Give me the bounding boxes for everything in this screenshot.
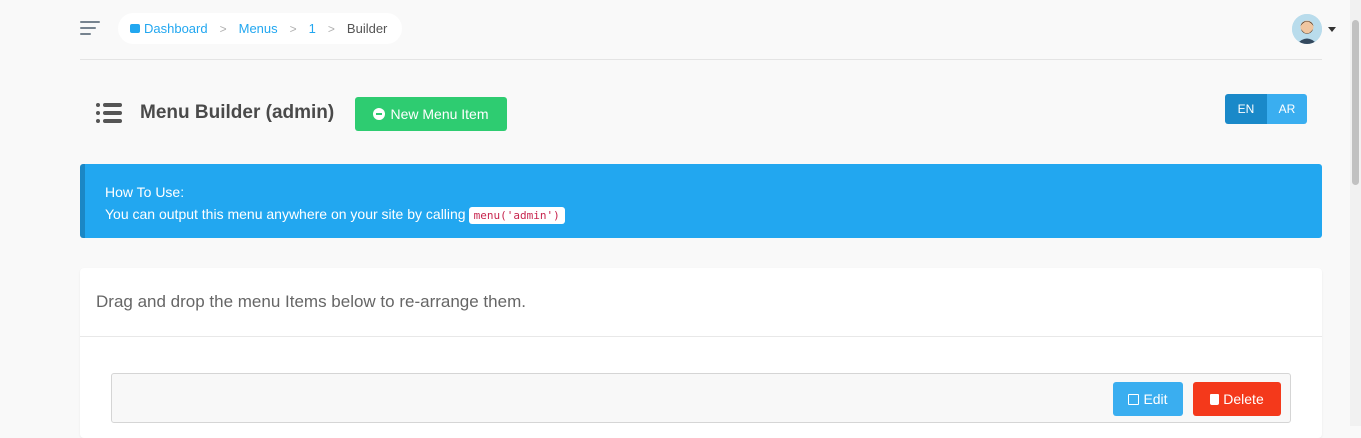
alert-text: You can output this menu anywhere on you… (105, 206, 466, 222)
plus-circle-icon (373, 108, 386, 120)
panel-heading: Drag and drop the menu Items below to re… (80, 268, 1322, 337)
dashboard-icon (130, 24, 140, 33)
breadcrumb-dashboard[interactable]: Dashboard (130, 21, 208, 36)
avatar-image (1292, 14, 1322, 44)
edit-icon (1128, 393, 1140, 405)
user-avatar[interactable] (1292, 14, 1322, 44)
scrollbar-thumb[interactable] (1352, 20, 1359, 185)
breadcrumb-menus[interactable]: Menus (239, 21, 278, 36)
breadcrumb-current: Builder (346, 21, 388, 36)
breadcrumb: Dashboard > Menus > 1 > Builder (118, 13, 403, 44)
page-header: Menu Builder (admin) (96, 96, 334, 130)
edit-button[interactable]: Edit (1113, 382, 1183, 416)
hamburger-menu-icon[interactable] (80, 21, 100, 37)
alert-heading: How To Use: (105, 184, 185, 200)
menu-builder-panel: Drag and drop the menu Items below to re… (80, 268, 1322, 438)
language-en-button[interactable]: EN (1225, 94, 1267, 124)
top-navbar: Dashboard > Menus > 1 > Builder (80, 0, 1336, 60)
page-title: Menu Builder (admin) (140, 102, 335, 123)
breadcrumb-menu-id[interactable]: 1 (309, 21, 316, 36)
code-snippet: menu('admin') (468, 207, 565, 224)
language-ar-button[interactable]: AR (1267, 94, 1307, 124)
delete-button[interactable]: Delete (1193, 382, 1281, 416)
menu-item-row[interactable]: Edit Delete (111, 373, 1291, 423)
user-dropdown-caret-icon[interactable] (1328, 27, 1336, 32)
new-menu-item-button[interactable]: New Menu Item (355, 97, 507, 131)
language-switcher: EN AR (1225, 94, 1307, 124)
page-scrollbar[interactable] (1350, 0, 1361, 426)
info-alert: How To Use: You can output this menu any… (80, 164, 1322, 238)
chevron-right-icon: > (327, 21, 335, 36)
chevron-right-icon: > (289, 21, 297, 36)
trash-icon (1210, 393, 1220, 405)
chevron-right-icon: > (219, 21, 227, 36)
list-icon (96, 103, 122, 123)
